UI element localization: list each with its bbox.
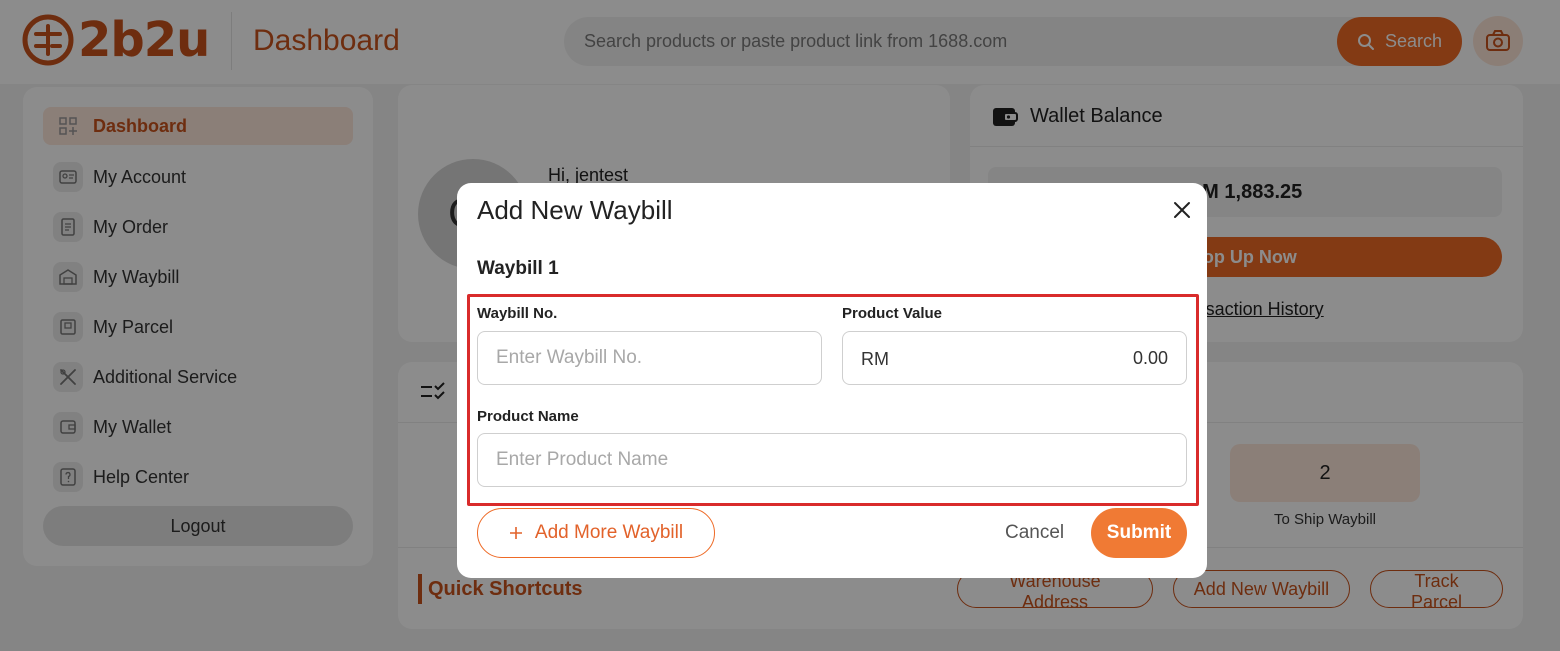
close-button[interactable] (1171, 199, 1193, 221)
product-value-label: Product Value (842, 305, 943, 322)
currency-prefix: RM (861, 349, 889, 369)
add-waybill-modal: Add New Waybill Waybill 1 Waybill No. Pr… (457, 183, 1207, 578)
product-name-label: Product Name (477, 408, 579, 425)
waybill-section-title: Waybill 1 (477, 258, 559, 279)
plus-icon (509, 527, 522, 539)
waybill-no-label: Waybill No. (477, 305, 558, 322)
close-icon (1174, 202, 1190, 218)
add-more-waybill-button[interactable]: Add More Waybill (477, 508, 715, 558)
add-more-label: Add More Waybill (534, 522, 684, 543)
product-name-input[interactable] (477, 433, 1187, 487)
waybill-no-input[interactable] (477, 331, 822, 385)
product-value-input[interactable] (968, 332, 1168, 384)
cancel-button[interactable]: Cancel (1005, 515, 1064, 551)
product-value-field: RM (842, 331, 1187, 385)
modal-title: Add New Waybill (477, 195, 673, 225)
submit-button[interactable]: Submit (1091, 508, 1187, 558)
